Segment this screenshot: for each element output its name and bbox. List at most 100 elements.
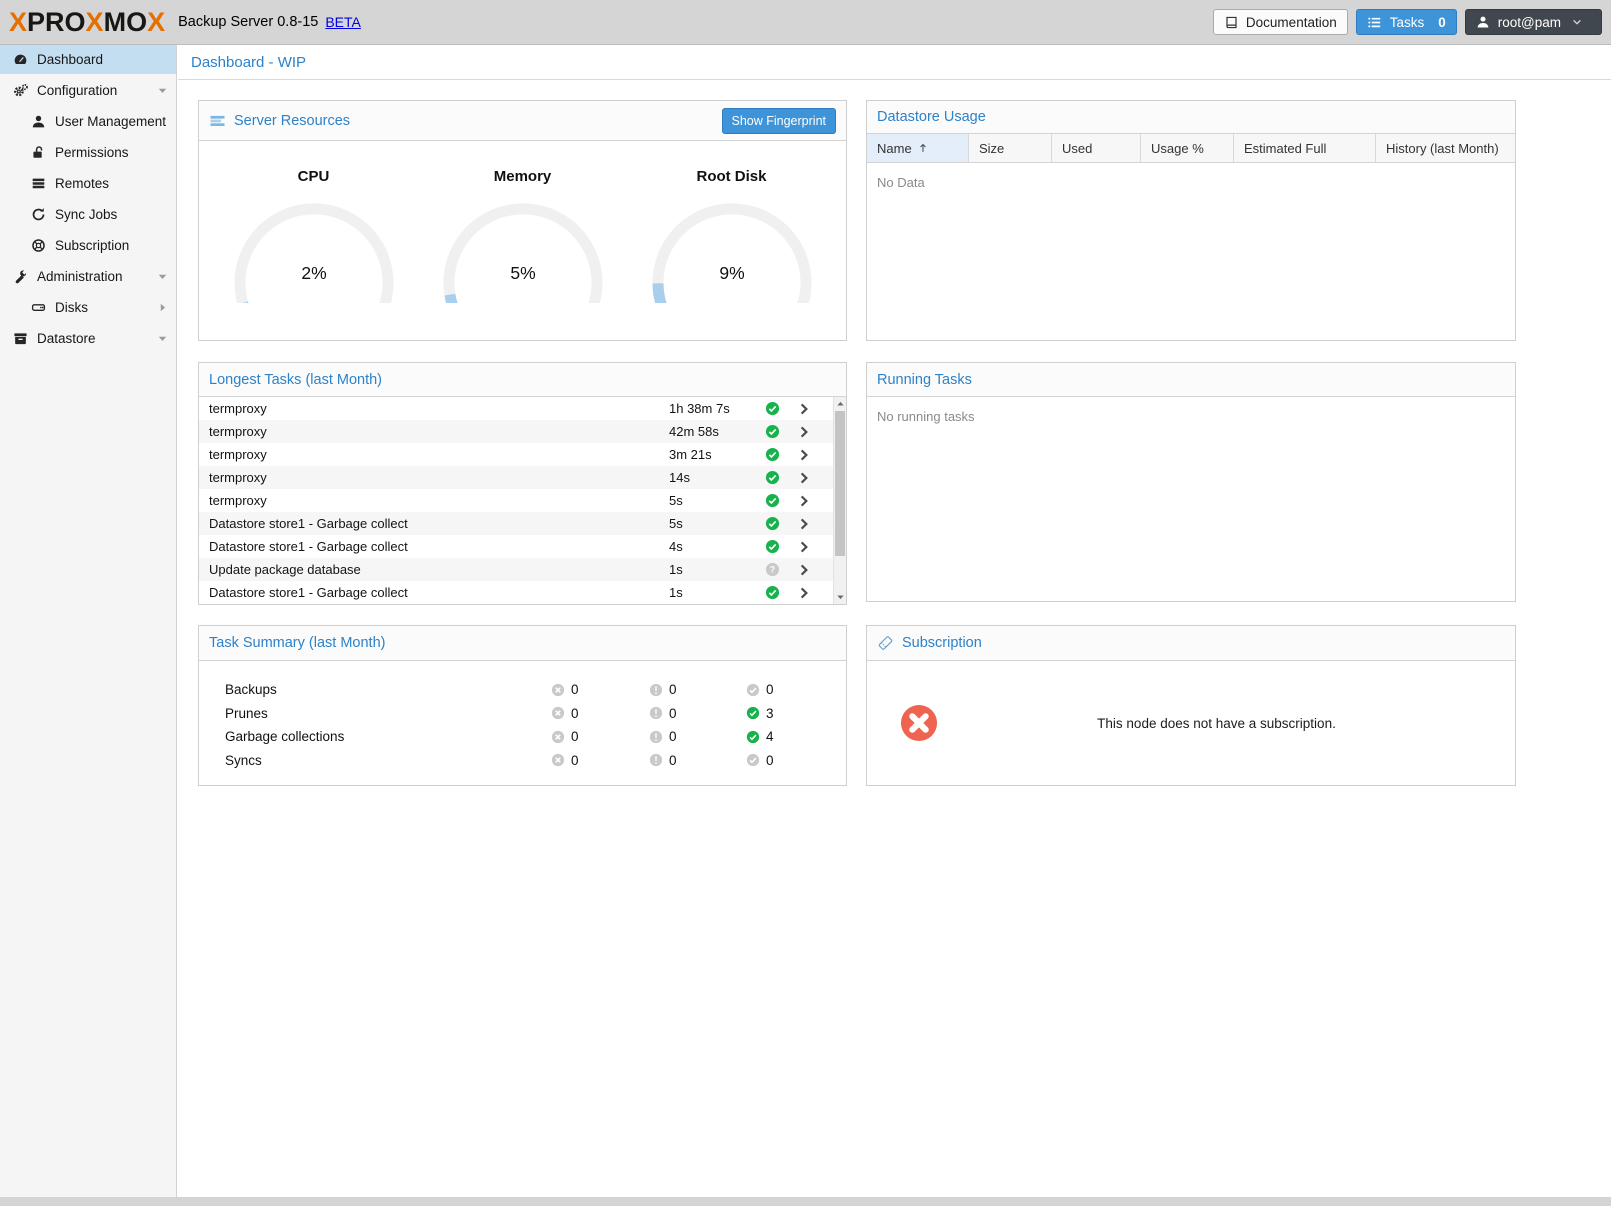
server-resources-title: Server Resources [234, 113, 350, 129]
chevron-right-icon[interactable] [797, 494, 811, 508]
user-menu-button[interactable]: root@pam [1465, 9, 1602, 35]
task-row[interactable]: Update package database1s? [199, 558, 846, 581]
sidebar-item-datastore[interactable]: Datastore [0, 324, 176, 353]
sidebar-item-subscription[interactable]: Subscription [0, 231, 176, 260]
running-tasks-title: Running Tasks [877, 372, 972, 388]
task-duration: 1s [669, 585, 683, 600]
task-row[interactable]: termproxy1h 38m 7s [199, 397, 846, 420]
tasks-scrollbar[interactable] [833, 397, 846, 604]
column-header-used[interactable]: Used [1052, 134, 1141, 162]
show-fingerprint-button[interactable]: Show Fingerprint [722, 108, 837, 134]
hdd-icon [30, 300, 47, 315]
status-ok-icon [765, 447, 780, 462]
task-row[interactable]: Datastore store1 - Garbage collect1s [199, 581, 846, 604]
summary-count: 0 [669, 753, 677, 768]
product-version: Backup Server 0.8-15 [178, 14, 318, 30]
sidebar-item-permissions[interactable]: Permissions [0, 138, 176, 167]
running-tasks-empty-text: No running tasks [867, 397, 1515, 436]
task-row[interactable]: termproxy14s [199, 466, 846, 489]
chevron-right-icon[interactable] [797, 517, 811, 531]
summary-cell[interactable]: 0 [649, 729, 677, 744]
chevron-right-icon[interactable] [797, 471, 811, 485]
subscription-title: Subscription [902, 635, 982, 651]
caret-down-icon[interactable] [156, 84, 169, 97]
sidebar-item-label: Subscription [55, 238, 129, 253]
gauge-label: Root Disk [632, 168, 832, 185]
summary-cell[interactable]: 0 [746, 682, 774, 697]
beta-link[interactable]: BETA [325, 14, 361, 30]
summary-cell[interactable]: 0 [746, 753, 774, 768]
sidebar-item-sync-jobs[interactable]: Sync Jobs [0, 200, 176, 229]
error-count-icon [551, 753, 565, 767]
gauge-arc: 5% [428, 199, 618, 303]
sidebar-item-configuration[interactable]: Configuration [0, 76, 176, 105]
task-duration: 3m 21s [669, 447, 712, 462]
documentation-button[interactable]: Documentation [1213, 9, 1348, 35]
chevron-right-icon[interactable] [797, 586, 811, 600]
summary-cell[interactable]: 0 [551, 706, 579, 721]
summary-count: 0 [766, 753, 774, 768]
column-header-size[interactable]: Size [969, 134, 1052, 162]
sidebar-item-remotes[interactable]: Remotes [0, 169, 176, 198]
summary-cell[interactable]: 0 [649, 753, 677, 768]
datastore-usage-panel: Datastore Usage NameSizeUsedUsage %Estim… [866, 100, 1516, 341]
scroll-down-icon[interactable] [835, 591, 846, 603]
task-row[interactable]: Datastore store1 - Garbage collect4s [199, 535, 846, 558]
summary-cell[interactable]: 0 [551, 753, 579, 768]
task-name: termproxy [199, 493, 267, 508]
column-label: Size [979, 141, 1004, 156]
datastore-grid-header: Name Size UsedUsage % Estimated Full History… [867, 134, 1515, 163]
task-row[interactable]: termproxy5s [199, 489, 846, 512]
book-icon [1224, 15, 1239, 30]
column-header-estimated-full[interactable]: Estimated Full [1234, 134, 1376, 162]
warning-count-icon [649, 683, 663, 697]
chevron-right-icon[interactable] [797, 540, 811, 554]
longest-tasks-list: termproxy1h 38m 7stermproxy42m 58stermpr… [199, 397, 846, 604]
sidebar-item-user-management[interactable]: User Management [0, 107, 176, 136]
task-duration: 14s [669, 470, 690, 485]
chevron-right-icon[interactable] [797, 425, 811, 439]
tasks-button[interactable]: Tasks 0 [1356, 9, 1457, 35]
chevron-right-icon[interactable] [797, 563, 811, 577]
ok-count-icon [746, 683, 760, 697]
column-header-usage-[interactable]: Usage % [1141, 134, 1234, 162]
user-menu-label: root@pam [1498, 15, 1561, 30]
summary-cell[interactable]: 0 [649, 682, 677, 697]
summary-count: 3 [766, 706, 774, 721]
scroll-up-icon[interactable] [835, 398, 846, 410]
task-row[interactable]: termproxy3m 21s [199, 443, 846, 466]
archive-icon [12, 331, 29, 346]
no-subscription-icon [900, 704, 938, 742]
task-row[interactable]: termproxy42m 58s [199, 420, 846, 443]
horizontal-scrollbar[interactable] [0, 1197, 1611, 1206]
sidebar-item-label: Remotes [55, 176, 109, 191]
chevron-down-icon [1571, 16, 1583, 28]
sidebar: DashboardConfigurationUser ManagementPer… [0, 45, 177, 1197]
summary-cell[interactable]: 0 [649, 706, 677, 721]
warning-count-icon [649, 730, 663, 744]
caret-down-icon[interactable] [156, 332, 169, 345]
summary-cell[interactable]: 3 [746, 706, 774, 721]
summary-cell[interactable]: 0 [551, 682, 579, 697]
sidebar-item-administration[interactable]: Administration [0, 262, 176, 291]
column-header-name[interactable]: Name [867, 134, 969, 162]
task-name: termproxy [199, 424, 267, 439]
summary-count: 0 [571, 682, 579, 697]
summary-cell[interactable]: 0 [551, 729, 579, 744]
column-header-history-last-month-[interactable]: History (last Month) [1376, 134, 1515, 162]
sidebar-item-dashboard[interactable]: Dashboard [0, 45, 176, 74]
page-title-row: Dashboard - WIP [178, 45, 1611, 80]
summary-cell[interactable]: 4 [746, 729, 774, 744]
chevron-right-icon[interactable] [797, 448, 811, 462]
caret-down-icon[interactable] [156, 270, 169, 283]
task-duration: 1h 38m 7s [669, 401, 730, 416]
warning-count-icon [649, 753, 663, 767]
scrollbar-thumb[interactable] [835, 411, 845, 556]
sidebar-item-disks[interactable]: Disks [0, 293, 176, 322]
task-row[interactable]: Datastore store1 - Garbage collect5s [199, 512, 846, 535]
svg-text:9%: 9% [719, 263, 744, 283]
caret-right-icon[interactable] [156, 301, 169, 314]
chevron-right-icon[interactable] [797, 402, 811, 416]
longest-tasks-header: Longest Tasks (last Month) [199, 363, 846, 397]
column-label: Estimated Full [1244, 141, 1326, 156]
